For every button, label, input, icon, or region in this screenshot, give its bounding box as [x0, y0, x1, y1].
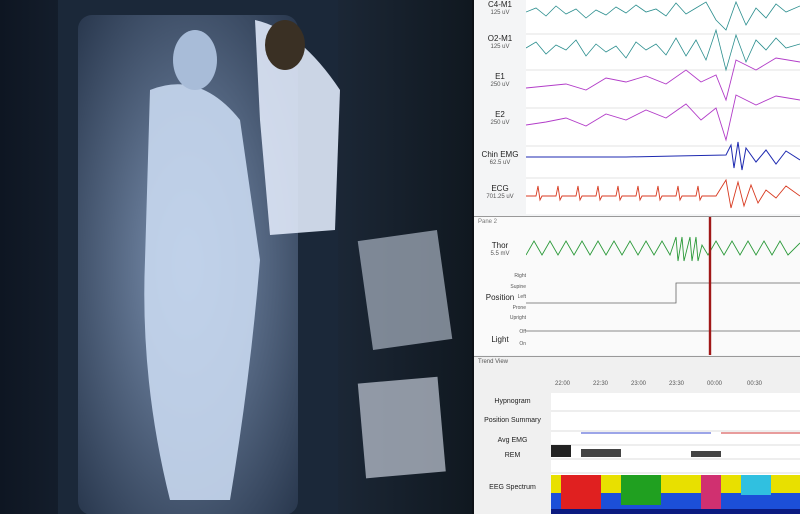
psg-software-panel: C4-M1 125 uV O2-M1 125 uV E1 250 uV E2 250 u… — [474, 0, 800, 514]
channel-label-thor: Thor 5.5 mV — [474, 241, 526, 259]
row-label-hypnogram: Hypnogram — [494, 398, 531, 405]
channel-name: Chin EMG — [481, 150, 519, 159]
avg-emg-bars — [691, 451, 721, 457]
trend-view: Trend View 22:00 22:30 23:00 23:30 00:00… — [474, 356, 800, 514]
time-tick: 23:00 — [631, 381, 647, 387]
time-tick: 23:30 — [669, 381, 685, 387]
channel-unit: 701.25 uV — [486, 194, 514, 200]
channel-name: E2 — [495, 110, 505, 119]
eeg-traces — [526, 0, 800, 214]
channel-unit: 250 uV — [490, 120, 510, 126]
video-feed — [0, 0, 472, 514]
position-level: Supine — [510, 283, 526, 290]
pane2-traces — [526, 217, 800, 355]
position-level: Right — [514, 273, 526, 279]
eeg-pane: C4-M1 125 uV O2-M1 125 uV E1 250 uV E2 250 u… — [474, 0, 800, 214]
channel-unit: 250 uV — [490, 82, 510, 88]
pane-title: Pane 2 — [478, 219, 498, 225]
channel-label-ecg: ECG 701.25 uV — [474, 184, 526, 202]
channel-label-chin-emg: Chin EMG 62.5 uV — [474, 150, 526, 168]
time-tick: 22:00 — [555, 381, 571, 387]
channel-name: Thor — [491, 241, 509, 250]
row-label-eeg-spectrum: EEG Spectrum — [489, 484, 536, 491]
channel-label-e2: E2 250 uV — [474, 110, 526, 128]
channel-label-o2: O2-M1 125 uV — [474, 34, 526, 52]
light-level: Off — [519, 329, 526, 335]
channel-unit: 62.5 uV — [489, 160, 511, 166]
row-label-avg-emg: Avg EMG — [497, 437, 528, 444]
time-tick: 00:30 — [747, 381, 763, 387]
avg-emg-bars — [581, 449, 621, 457]
channel-unit: 5.5 mV — [490, 251, 510, 257]
position-level: Prone — [512, 304, 526, 311]
channel-name: O2-M1 — [487, 34, 513, 43]
time-axis: 22:00 22:30 23:00 23:30 00:00 00:30 — [551, 381, 800, 391]
position-levels: Right Supine Left Prone Upright — [496, 271, 526, 324]
channel-label-c4: C4-M1 125 uV — [474, 0, 526, 18]
channel-unit: 125 uV — [490, 44, 510, 50]
avg-emg-bars — [551, 445, 571, 457]
trend-graphs — [551, 393, 800, 514]
trace-position — [526, 282, 800, 304]
eeg-spectrum — [551, 475, 800, 514]
patient-video-frame — [0, 0, 472, 514]
light-levels: Off On — [496, 326, 526, 350]
trace-thor — [526, 236, 800, 262]
row-label-position-summary: Position Summary — [484, 417, 541, 424]
trend-title: Trend View — [478, 359, 509, 365]
position-level: Left — [517, 294, 526, 300]
time-tick: 00:00 — [707, 381, 723, 387]
channel-label-e1: E1 250 uV — [474, 72, 526, 90]
row-label-rem: REM — [504, 452, 521, 459]
channel-name: C4-M1 — [487, 0, 512, 9]
channel-name: ECG — [491, 184, 509, 193]
pane-2: Pane 2 Thor 5.5 mV Position Light Right S… — [474, 216, 800, 355]
channel-name: E1 — [495, 72, 505, 81]
channel-unit: 125 uV — [490, 10, 510, 16]
time-tick: 22:30 — [593, 381, 609, 387]
position-level: Upright — [509, 315, 526, 321]
light-level: On — [519, 341, 526, 347]
